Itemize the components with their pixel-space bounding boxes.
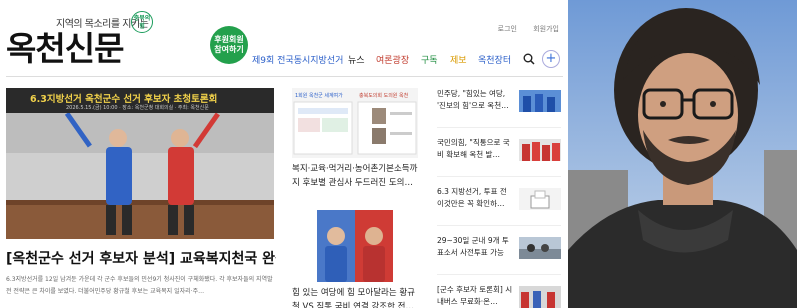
banner-title: 6.3지방선거 옥천군수 선거 후보자 초청토론회	[30, 94, 218, 105]
nav-news[interactable]: 뉴스	[348, 53, 365, 66]
list-divider	[437, 274, 561, 275]
banner-subtitle: 2026.5.15.(금) 10:00 · 장소: 옥천군청 대회의실 · 주최…	[66, 105, 209, 111]
nav-divider	[6, 76, 563, 77]
nav-market[interactable]: 옥천장터	[478, 53, 511, 66]
list-item-thumbnail	[519, 237, 561, 259]
lead-summary: 6.3지방선거를 12일 남겨둔 가운데 각 군수 후보들의 민선9기 청사진이…	[6, 276, 273, 295]
nav-opinion[interactable]: 여론광장	[376, 53, 409, 66]
plus-icon[interactable]: +	[542, 50, 560, 68]
logo-badge: 충북의 힘	[131, 11, 153, 33]
main-nav: 제9회 전국동시지방선거 뉴스 여론광장 구독 제보 옥천장터	[252, 53, 563, 69]
support-member-button[interactable]: 후원회원 참여하기	[210, 26, 248, 64]
search-icon[interactable]	[523, 53, 535, 68]
list-item-title: 국민의힘, "직통으로 국비 확보해 옥천 발…	[437, 138, 510, 159]
account-links: 로그인 회원가입	[484, 24, 559, 34]
lead-headline[interactable]: [옥천군수 선거 후보자 분석] 교육복지천국 완성…	[6, 248, 276, 268]
list-item-thumbnail	[519, 139, 561, 161]
nav-report[interactable]: 제보	[450, 53, 467, 66]
list-item-title: [군수 후보자 토론회] 시내버스 무료화·온…	[437, 285, 513, 306]
list-item-title: 6.3 지방선거, 투표 전 이것만은 꼭 확인하…	[437, 187, 507, 208]
signup-link[interactable]: 회원가입	[533, 25, 559, 33]
lead-story-image[interactable]: 6.3지방선거 옥천군수 선거 후보자 초청토론회 2026.5.15.(금) …	[6, 88, 274, 239]
nav-subscribe[interactable]: 구독	[421, 53, 438, 66]
list-divider	[437, 225, 561, 226]
thumb-caption-left: 1회원 옥천군 세계여가	[295, 93, 343, 99]
list-item-thumbnail	[519, 286, 561, 308]
list-divider	[437, 127, 561, 128]
list-divider	[437, 176, 561, 177]
list-item-title: 민주당, "힘있는 여당, '진보의 힘'으로 옥천…	[437, 89, 509, 110]
list-item-thumbnail	[519, 90, 561, 112]
list-item-thumbnail	[519, 188, 561, 210]
nav-election[interactable]: 제9회 전국동시지방선거	[252, 53, 343, 66]
article-thumbnail[interactable]: 1회원 옥천군 세계여가 충북도의회 도의원 옥천	[292, 88, 418, 158]
article-title[interactable]: 복지·교육·먹거리·농어촌기본소득까지 후보별 관심사 두드러진 도의…	[292, 162, 422, 190]
news-site: 지역의 목소리를 지키는 충북의 힘 옥천신문 로그인 회원가입 후원회원 참여…	[0, 0, 567, 308]
site-logo[interactable]: 옥천신문	[6, 22, 124, 70]
login-link[interactable]: 로그인	[498, 25, 517, 33]
thumb-caption-right: 충북도의회 도의원 옥천	[359, 93, 409, 99]
article-thumbnail[interactable]	[317, 210, 393, 282]
portrait-photo	[568, 0, 797, 308]
article-title[interactable]: 힘 있는 여당에 힘 모아달라는 황규철 VS 직통 국비 연결 강조한 전…	[292, 286, 422, 308]
lead-banner: 6.3지방선거 옥천군수 선거 후보자 초청토론회 2026.5.15.(금) …	[6, 88, 274, 113]
list-item-title: 29~30일 군내 9개 투표소서 사전투표 가능	[437, 236, 509, 257]
